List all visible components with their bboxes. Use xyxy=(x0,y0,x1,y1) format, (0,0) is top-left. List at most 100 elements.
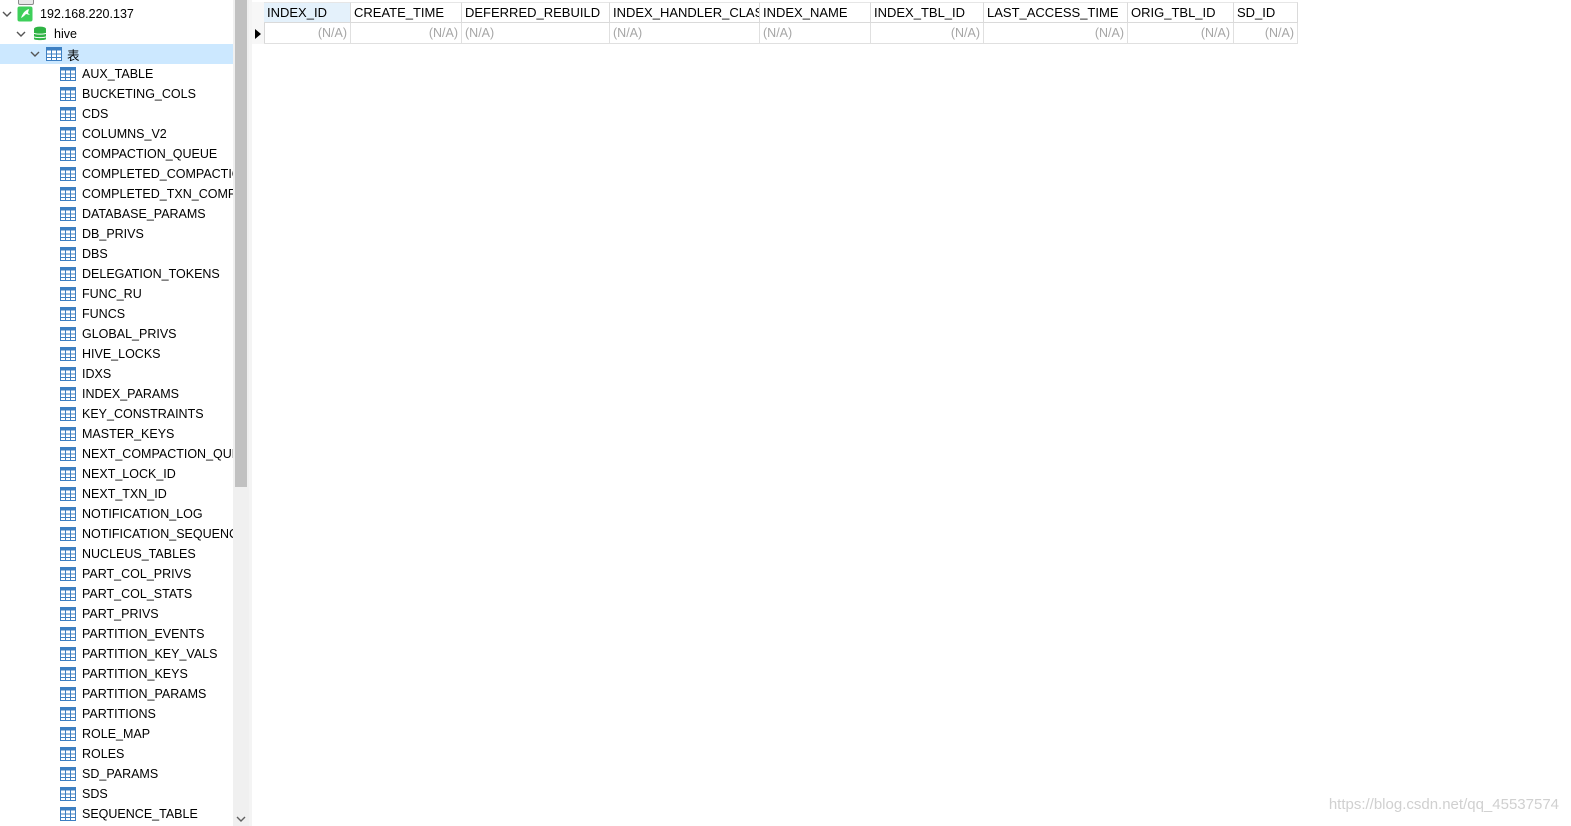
table-item[interactable]: NEXT_COMPACTION_QUEUE_ID xyxy=(0,444,233,464)
table-item-label: NEXT_TXN_ID xyxy=(82,487,167,501)
grid-cell[interactable]: (N/A) xyxy=(760,23,871,44)
table-item[interactable]: PARTITION_PARAMS xyxy=(0,684,233,704)
table-item-label: INDEX_PARAMS xyxy=(82,387,180,401)
column-header[interactable]: ORIG_TBL_ID xyxy=(1128,2,1234,23)
table-item[interactable]: PARTITIONS xyxy=(0,704,233,724)
table-item-label: DB_PRIVS xyxy=(82,227,144,241)
table-item-label: SD_PARAMS xyxy=(82,767,159,781)
navigator-scrollbar[interactable] xyxy=(233,0,249,826)
chevron-down-icon[interactable] xyxy=(2,9,12,19)
table-item[interactable]: DBS xyxy=(0,244,233,264)
grid-cell[interactable]: (N/A) xyxy=(264,23,351,44)
table-item[interactable]: INDEX_PARAMS xyxy=(0,384,233,404)
grid-cell[interactable]: (N/A) xyxy=(351,23,462,44)
chevron-down-icon[interactable] xyxy=(16,29,26,39)
table-item[interactable]: COMPACTION_QUEUE xyxy=(0,144,233,164)
table-icon xyxy=(60,227,76,241)
table-item-label: NOTIFICATION_SEQUENCE xyxy=(82,527,233,541)
table-item-label: SDS xyxy=(82,787,108,801)
table-icon xyxy=(60,667,76,681)
table-item[interactable]: IDXS xyxy=(0,364,233,384)
table-icon xyxy=(60,587,76,601)
table-item[interactable]: COMPLETED_TXN_COMPONENTS xyxy=(0,184,233,204)
table-item[interactable]: PARTITION_EVENTS xyxy=(0,624,233,644)
table-item[interactable]: COMPLETED_COMPACTIONS xyxy=(0,164,233,184)
grid-cell[interactable]: (N/A) xyxy=(1234,23,1298,44)
column-header[interactable]: DEFERRED_REBUILD xyxy=(462,2,610,23)
table-icon xyxy=(60,347,76,361)
chevron-down-icon[interactable] xyxy=(30,49,40,59)
table-item[interactable]: SEQUENCE_TABLE xyxy=(0,804,233,824)
grid-cell[interactable]: (N/A) xyxy=(610,23,760,44)
table-item[interactable]: NEXT_LOCK_ID xyxy=(0,464,233,484)
table-item[interactable]: AUX_TABLE xyxy=(0,64,233,84)
table-item-label: COMPLETED_COMPACTIONS xyxy=(82,167,233,181)
grid-cell[interactable]: (N/A) xyxy=(871,23,984,44)
table-item[interactable]: PARTITION_KEYS xyxy=(0,664,233,684)
table-item[interactable]: NUCLEUS_TABLES xyxy=(0,544,233,564)
column-header[interactable]: INDEX_ID xyxy=(264,2,351,23)
table-item[interactable]: CDS xyxy=(0,104,233,124)
table-icon xyxy=(60,67,76,81)
table-item[interactable]: DB_PRIVS xyxy=(0,224,233,244)
scroll-down-arrow-icon[interactable] xyxy=(233,812,249,826)
grid-cell[interactable]: (N/A) xyxy=(1128,23,1234,44)
column-header[interactable]: INDEX_NAME xyxy=(760,2,871,23)
table-icon xyxy=(60,307,76,321)
table-item[interactable]: PARTITION_KEY_VALS xyxy=(0,644,233,664)
column-header[interactable]: LAST_ACCESS_TIME xyxy=(984,2,1128,23)
grid-cell[interactable]: (N/A) xyxy=(462,23,610,44)
table-item-label: IDXS xyxy=(82,367,112,381)
panel-divider[interactable] xyxy=(249,0,252,826)
table-item[interactable]: BUCKETING_COLS xyxy=(0,84,233,104)
table-item[interactable]: FUNCS xyxy=(0,304,233,324)
table-icon xyxy=(60,487,76,501)
table-icon xyxy=(60,467,76,481)
table-item[interactable]: HIVE_LOCKS xyxy=(0,344,233,364)
tree-tables-group-row[interactable]: 表 xyxy=(0,44,233,64)
table-icon xyxy=(60,647,76,661)
table-item[interactable]: GLOBAL_PRIVS xyxy=(0,324,233,344)
table-item-label: COLUMNS_V2 xyxy=(82,127,167,141)
scrollbar-thumb[interactable] xyxy=(235,0,247,487)
table-item[interactable]: COLUMNS_V2 xyxy=(0,124,233,144)
table-icon xyxy=(60,187,76,201)
table-item[interactable]: SD_PARAMS xyxy=(0,764,233,784)
table-item-label: DBS xyxy=(82,247,108,261)
table-item[interactable]: ROLES xyxy=(0,744,233,764)
table-item[interactable]: FUNC_RU xyxy=(0,284,233,304)
table-item[interactable]: PART_COL_PRIVS xyxy=(0,564,233,584)
table-item-label: PART_COL_PRIVS xyxy=(82,567,192,581)
table-item-label: PARTITION_KEY_VALS xyxy=(82,647,218,661)
table-icon xyxy=(60,427,76,441)
table-item-label: DELEGATION_TOKENS xyxy=(82,267,220,281)
table-icon xyxy=(60,87,76,101)
table-item-label: HIVE_LOCKS xyxy=(82,347,161,361)
table-item[interactable]: NOTIFICATION_LOG xyxy=(0,504,233,524)
table-item[interactable]: ROLE_MAP xyxy=(0,724,233,744)
table-item[interactable]: NEXT_TXN_ID xyxy=(0,484,233,504)
table-item[interactable]: PART_COL_STATS xyxy=(0,584,233,604)
grid-cell[interactable]: (N/A) xyxy=(984,23,1128,44)
table-icon xyxy=(60,747,76,761)
column-header[interactable]: INDEX_HANDLER_CLASS xyxy=(610,2,760,23)
table-icon xyxy=(60,247,76,261)
table-icon xyxy=(60,567,76,581)
column-header[interactable]: INDEX_TBL_ID xyxy=(871,2,984,23)
table-icon xyxy=(60,687,76,701)
table-icon xyxy=(60,327,76,341)
table-item[interactable]: NOTIFICATION_SEQUENCE xyxy=(0,524,233,544)
table-item[interactable]: SDS xyxy=(0,784,233,804)
table-icon xyxy=(60,767,76,781)
table-icon xyxy=(60,507,76,521)
table-icon xyxy=(60,387,76,401)
column-header[interactable]: SD_ID xyxy=(1234,2,1298,23)
tree-database-row[interactable]: hive xyxy=(0,24,233,44)
table-item[interactable]: KEY_CONSTRAINTS xyxy=(0,404,233,424)
table-item[interactable]: DATABASE_PARAMS xyxy=(0,204,233,224)
table-item[interactable]: PART_PRIVS xyxy=(0,604,233,624)
table-item[interactable]: MASTER_KEYS xyxy=(0,424,233,444)
table-item[interactable]: DELEGATION_TOKENS xyxy=(0,264,233,284)
column-header[interactable]: CREATE_TIME xyxy=(351,2,462,23)
tree-connection-row[interactable]: 192.168.220.137 xyxy=(0,4,233,24)
